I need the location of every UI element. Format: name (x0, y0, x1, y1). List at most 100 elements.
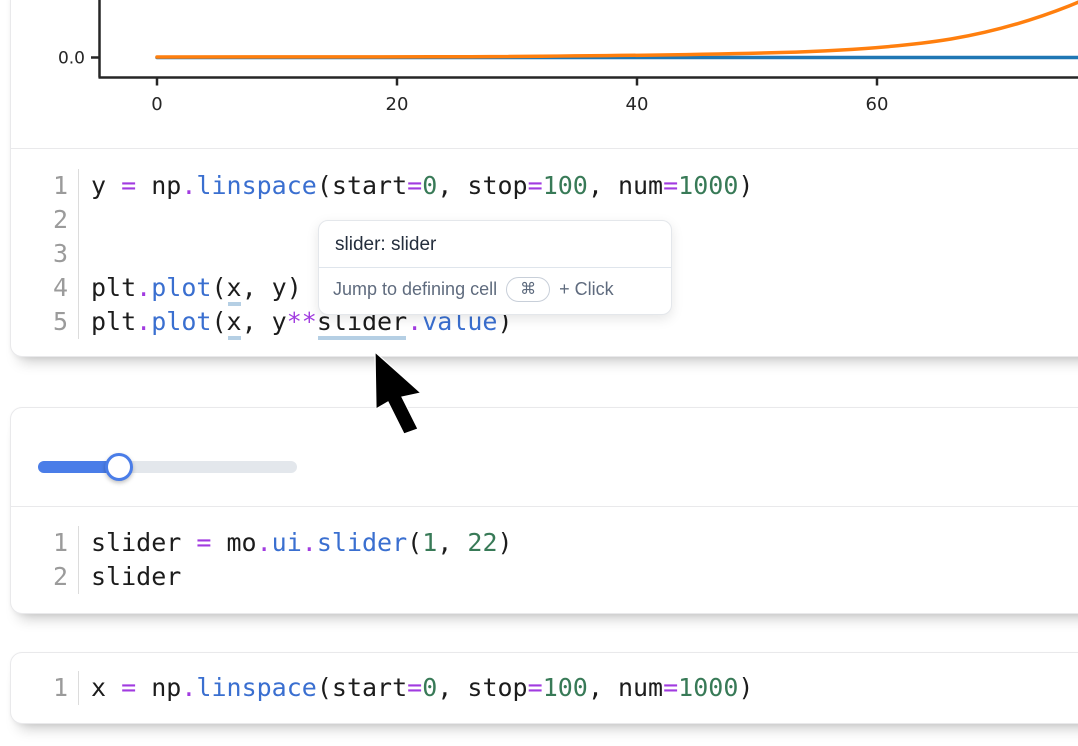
cell-output-chart: 0.0 0 20 40 60 (11, 0, 1078, 149)
line-number: 1 (11, 169, 79, 203)
code-token: , (242, 273, 272, 302)
code-token: linspace (196, 171, 316, 200)
code-token: . (181, 171, 196, 200)
code-text: plt.plot(x, y) (79, 271, 302, 305)
line-number: 2 (11, 203, 79, 237)
code-token: = (528, 171, 543, 200)
code-token: = (407, 171, 422, 200)
line-number: 3 (11, 237, 79, 271)
x-tick-label: 0 (151, 94, 162, 115)
code-token: ( (317, 673, 332, 702)
code-token: = (121, 171, 136, 200)
code-text (79, 203, 91, 237)
code-line: 1x = np.linspace(start=0, stop=100, num=… (11, 671, 1078, 705)
variable-reference-link[interactable]: x (227, 273, 242, 302)
x-axis-ticks: 0 20 40 60 (151, 79, 888, 116)
code-token: y (272, 307, 287, 336)
code-token: plot (151, 307, 211, 336)
code-token: 100 (543, 171, 588, 200)
tooltip-action-label: Jump to defining cell (333, 279, 497, 300)
code-token: slider (91, 562, 181, 591)
code-token: , (437, 673, 467, 702)
code-token: ( (317, 171, 332, 200)
code-line: 1y = np.linspace(start=0, stop=100, num=… (11, 169, 1078, 203)
mouse-cursor-icon (352, 350, 442, 445)
code-token: num (618, 673, 663, 702)
line-number: 1 (11, 671, 79, 705)
code-token: . (257, 528, 272, 557)
tooltip-title: slider: slider (319, 221, 671, 267)
code-token: , (588, 171, 618, 200)
code-token: . (136, 307, 151, 336)
code-token: , (588, 673, 618, 702)
code-token: np (151, 171, 181, 200)
code-token (106, 171, 121, 200)
code-token: plt (91, 307, 136, 336)
code-token (136, 673, 151, 702)
code-token: ) (287, 273, 302, 302)
code-token: ( (211, 273, 226, 302)
code-token: linspace (196, 673, 316, 702)
code-token: ( (211, 307, 226, 336)
code-token: = (196, 528, 211, 557)
code-token: ) (738, 673, 753, 702)
code-token: = (663, 171, 678, 200)
code-token: stop (467, 171, 527, 200)
line-number: 1 (11, 526, 79, 560)
line-number: 2 (11, 560, 79, 594)
code-text: y = np.linspace(start=0, stop=100, num=1… (79, 169, 753, 203)
code-token (211, 528, 226, 557)
code-text (79, 237, 91, 271)
code-token: ( (407, 528, 422, 557)
code-token: ui (272, 528, 302, 557)
code-text: slider = mo.ui.slider(1, 22) (79, 526, 513, 560)
slider-widget[interactable] (38, 448, 297, 488)
code-token: slider (91, 528, 181, 557)
code-token: ** (287, 307, 317, 336)
variable-reference-link[interactable]: x (227, 307, 242, 336)
code-token: . (302, 528, 317, 557)
x-tick-label: 60 (866, 94, 889, 115)
code-token (106, 673, 121, 702)
code-token (136, 171, 151, 200)
variable-tooltip: slider: slider Jump to defining cell ⌘ +… (318, 220, 672, 315)
code-token: 0 (422, 171, 437, 200)
command-key-icon: ⌘ (506, 277, 550, 302)
code-text: slider (79, 560, 181, 594)
code-token: stop (467, 673, 527, 702)
code-token: = (663, 673, 678, 702)
code-token: = (121, 673, 136, 702)
cell-output-slider (11, 408, 1078, 507)
code-token: y (272, 273, 287, 302)
line-number: 4 (11, 271, 79, 305)
code-token: ) (498, 528, 513, 557)
slider-track[interactable] (38, 461, 297, 473)
code-token: slider (317, 528, 407, 557)
code-token: 1000 (678, 673, 738, 702)
code-token: 1 (422, 528, 437, 557)
code-editor-x[interactable]: 1x = np.linspace(start=0, stop=100, num=… (11, 653, 1078, 723)
code-token: x (91, 673, 106, 702)
code-token: 22 (467, 528, 497, 557)
code-token: = (528, 673, 543, 702)
code-editor-slider[interactable]: 1slider = mo.ui.slider(1, 22)2slider (11, 507, 1078, 611)
code-token: , (242, 307, 272, 336)
code-token: start (332, 673, 407, 702)
code-token: . (181, 673, 196, 702)
code-token: plt (91, 273, 136, 302)
series-power-curve (157, 0, 1078, 57)
code-token: , (437, 171, 467, 200)
slider-thumb[interactable] (105, 453, 133, 481)
code-token: 100 (543, 673, 588, 702)
x-tick-label: 40 (626, 94, 649, 115)
x-tick-label: 20 (386, 94, 409, 115)
cell-slider: 1slider = mo.ui.slider(1, 22)2slider (10, 407, 1078, 614)
code-token: 0 (422, 673, 437, 702)
code-token: start (332, 171, 407, 200)
code-token: , (437, 528, 467, 557)
code-token: np (151, 673, 181, 702)
code-line: 2 slider (11, 560, 1078, 594)
code-token: num (618, 171, 663, 200)
y-tick-label: 0.0 (58, 49, 85, 69)
code-token: mo (227, 528, 257, 557)
